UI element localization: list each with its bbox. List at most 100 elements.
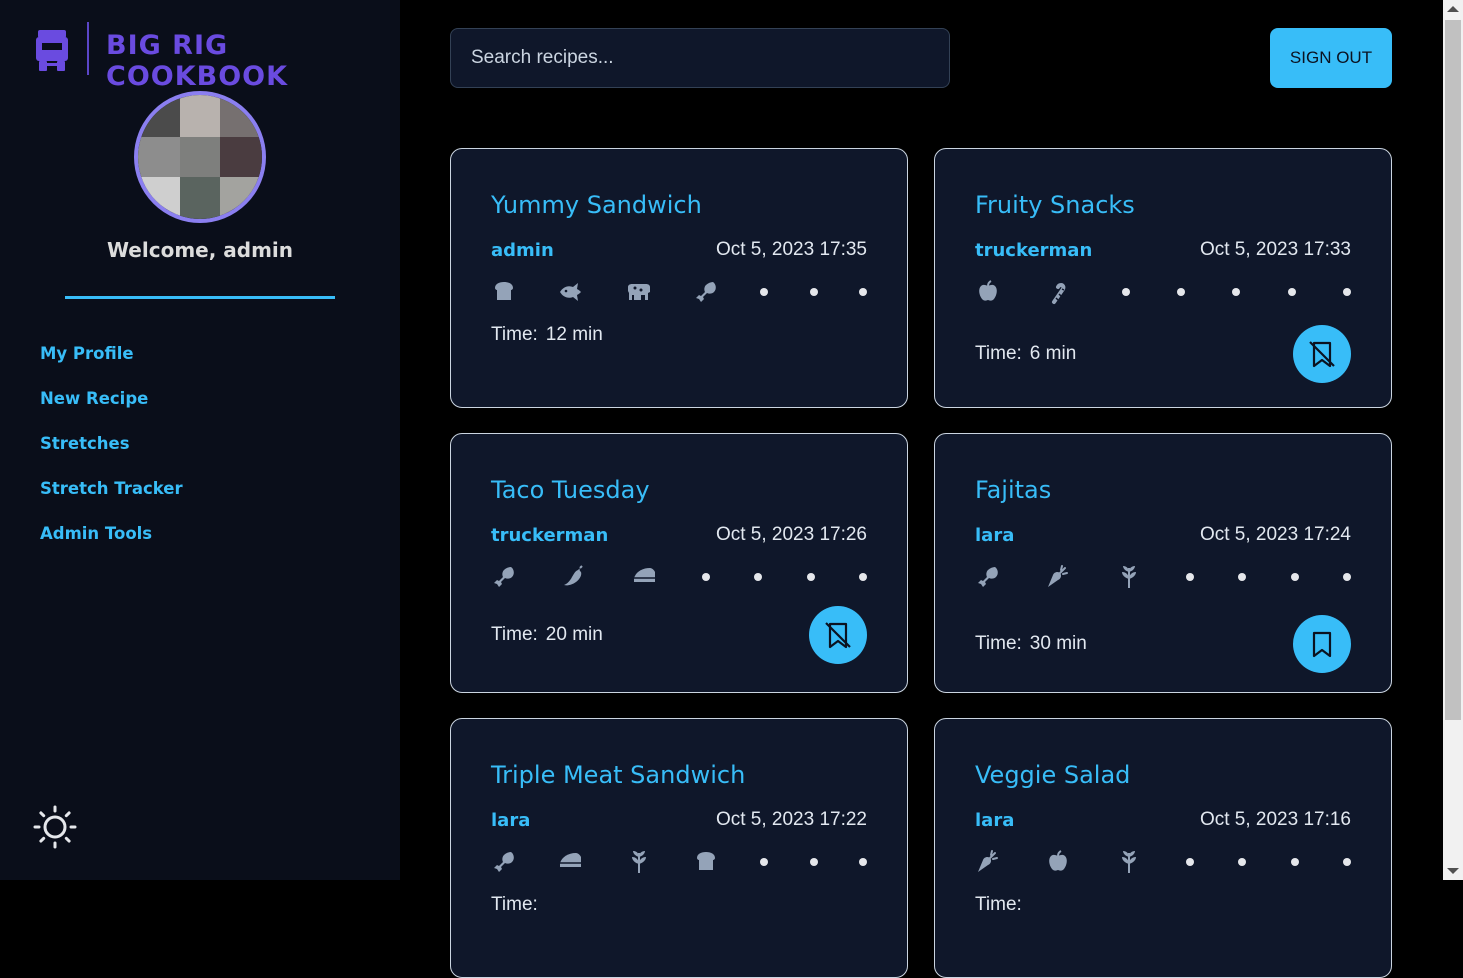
logo-divider xyxy=(87,22,89,75)
time-label: Time: xyxy=(491,624,538,645)
recipe-card[interactable]: Yummy Sandwich admin Oct 5, 2023 17:35 T… xyxy=(450,148,908,408)
scrollbar-thumb[interactable] xyxy=(1445,20,1461,720)
welcome-text: Welcome, admin xyxy=(106,238,294,262)
bookmark-button[interactable] xyxy=(1293,615,1351,673)
ingredient-dot xyxy=(1342,858,1351,866)
bread-icon xyxy=(491,279,517,305)
time-label: Time: xyxy=(975,894,1022,915)
recipe-date: Oct 5, 2023 17:33 xyxy=(1199,239,1351,260)
bookmark-slash-button[interactable] xyxy=(809,606,867,664)
ingredient-icons xyxy=(491,562,867,592)
sun-icon[interactable] xyxy=(33,805,77,849)
recipe-title[interactable]: Fajitas xyxy=(975,476,1051,504)
candy-cane-icon xyxy=(1048,279,1074,305)
recipe-date: Oct 5, 2023 17:24 xyxy=(1199,524,1351,545)
recipe-card[interactable]: Triple Meat Sandwich lara Oct 5, 2023 17… xyxy=(450,718,908,978)
recipe-title[interactable]: Yummy Sandwich xyxy=(491,191,702,219)
ingredient-icons xyxy=(975,847,1351,877)
scroll-down-icon[interactable] xyxy=(1447,868,1459,874)
truck-logo-icon xyxy=(36,24,68,76)
ingredient-dot xyxy=(806,573,815,581)
recipe-time: Time: 30 min xyxy=(975,633,1087,655)
sidebar-item-admin-tools[interactable]: Admin Tools xyxy=(40,524,152,543)
recipe-author[interactable]: admin xyxy=(491,240,554,261)
time-label: Time: xyxy=(491,894,538,915)
ingredient-dot xyxy=(754,573,763,581)
ingredient-dot xyxy=(1185,573,1194,581)
sidebar-item-new-recipe[interactable]: New Recipe xyxy=(40,389,148,408)
ingredient-dot xyxy=(1121,288,1130,296)
bookmark-slash-button[interactable] xyxy=(1293,325,1351,383)
apple-icon xyxy=(1045,849,1071,875)
ingredient-icons xyxy=(491,277,867,307)
recipe-time: Time: 12 min xyxy=(491,324,603,346)
scroll-up-icon[interactable] xyxy=(1447,6,1459,12)
fish-icon xyxy=(558,279,584,305)
recipe-card[interactable]: Fajitas lara Oct 5, 2023 17:24 Time: 30 m… xyxy=(934,433,1392,693)
apple-icon xyxy=(975,279,1001,305)
time-label: Time: xyxy=(975,633,1022,654)
recipe-card[interactable]: Taco Tuesday truckerman Oct 5, 2023 17:2… xyxy=(450,433,908,693)
leaf-icon xyxy=(1116,849,1142,875)
recipe-title[interactable]: Triple Meat Sandwich xyxy=(491,761,745,789)
cheese-icon xyxy=(632,564,658,590)
sign-out-button[interactable]: SIGN OUT xyxy=(1270,28,1392,88)
recipe-author[interactable]: lara xyxy=(975,525,1014,546)
ingredient-dot xyxy=(1185,858,1194,866)
cow-icon xyxy=(626,279,652,305)
cheese-icon xyxy=(558,849,584,875)
bookmark-slash-icon xyxy=(823,620,853,650)
ingredient-dot xyxy=(1287,288,1296,296)
ingredient-dot xyxy=(1176,288,1185,296)
carrot-icon xyxy=(1045,564,1071,590)
drumstick-icon xyxy=(491,564,517,590)
recipe-date: Oct 5, 2023 17:16 xyxy=(1199,809,1351,830)
time-label: Time: xyxy=(491,324,538,345)
recipe-time: Time: 20 min xyxy=(491,624,603,646)
ingredient-dot xyxy=(809,288,818,296)
recipe-title[interactable]: Taco Tuesday xyxy=(491,476,650,504)
recipe-card[interactable]: Veggie Salad lara Oct 5, 2023 17:16 Time… xyxy=(934,718,1392,978)
recipe-card[interactable]: Fruity Snacks truckerman Oct 5, 2023 17:… xyxy=(934,148,1392,408)
leaf-icon xyxy=(1116,564,1142,590)
ingredient-dot xyxy=(809,858,818,866)
pepper-icon xyxy=(561,564,587,590)
sidebar-item-stretch-tracker[interactable]: Stretch Tracker xyxy=(40,479,183,498)
ingredient-icons xyxy=(975,562,1351,592)
recipe-title[interactable]: Fruity Snacks xyxy=(975,191,1135,219)
ingredient-icons xyxy=(975,277,1351,307)
avatar[interactable] xyxy=(134,91,266,223)
ingredient-dot xyxy=(1290,858,1299,866)
drumstick-icon xyxy=(693,279,719,305)
recipe-date: Oct 5, 2023 17:35 xyxy=(715,239,867,260)
recipe-author[interactable]: lara xyxy=(975,810,1014,831)
drumstick-icon xyxy=(975,564,1001,590)
ingredient-dot xyxy=(1238,858,1247,866)
carrot-icon xyxy=(975,849,1001,875)
bookmark-slash-icon xyxy=(1307,339,1337,369)
ingredient-icons xyxy=(491,847,867,877)
bookmark-icon xyxy=(1307,629,1337,659)
search-input[interactable] xyxy=(450,28,950,88)
recipe-author[interactable]: lara xyxy=(491,810,530,831)
ingredient-dot xyxy=(858,858,867,866)
recipe-time: Time: 6 min xyxy=(975,343,1076,365)
ingredient-dot xyxy=(1342,288,1351,296)
sidebar-item-stretches[interactable]: Stretches xyxy=(40,434,130,453)
recipe-time: Time: xyxy=(491,894,546,916)
ingredient-dot xyxy=(701,573,710,581)
sidebar: BIG RIG COOKBOOK Welcome, admin My Profi… xyxy=(0,0,400,880)
ingredient-dot xyxy=(858,288,867,296)
divider xyxy=(65,296,335,299)
ingredient-dot xyxy=(760,858,769,866)
recipe-author[interactable]: truckerman xyxy=(491,525,608,546)
recipe-author[interactable]: truckerman xyxy=(975,240,1092,261)
bread-icon xyxy=(693,849,719,875)
recipe-title[interactable]: Veggie Salad xyxy=(975,761,1130,789)
recipe-date: Oct 5, 2023 17:22 xyxy=(715,809,867,830)
leaf-icon xyxy=(626,849,652,875)
sidebar-item-my-profile[interactable]: My Profile xyxy=(40,344,134,363)
ingredient-dot xyxy=(858,573,867,581)
time-label: Time: xyxy=(975,343,1022,364)
recipe-time: Time: xyxy=(975,894,1030,916)
